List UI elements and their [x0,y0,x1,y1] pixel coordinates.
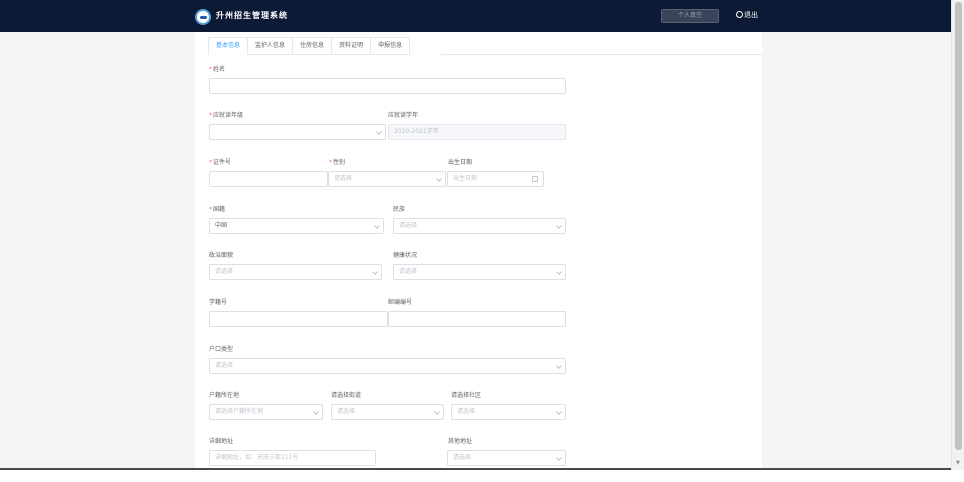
chevron-down-icon [376,129,382,135]
name-input[interactable] [209,78,566,94]
scroll-down-icon[interactable]: ▼ [956,460,960,466]
other-address-label: 其他地址 [448,438,473,445]
nationality-select[interactable]: 中国 [209,218,384,234]
chevron-down-icon [556,409,562,415]
logout-label: 退出 [744,11,758,19]
address-input[interactable]: 详细地址，如：天府三街111号 [209,450,376,466]
chevron-down-icon [556,269,562,275]
other-address-select[interactable]: 请选择 [447,450,566,466]
tab-divider [441,54,762,55]
birth-date-label: 出生日期 [448,159,473,166]
grade-select[interactable] [209,124,386,140]
tab-bar: 基本信息 监护人信息 住房信息 资料证明 申报信息 [208,37,411,55]
chevron-down-icon [374,223,380,229]
health-label: 健康状况 [393,252,418,259]
health-select[interactable]: 请选择 [393,264,566,280]
tab-application-info[interactable]: 申报信息 [371,37,411,55]
top-header: 升州招生管理系统 个人真空 退出 [0,0,951,32]
street-select[interactable]: 请选择 [331,404,444,420]
chevron-down-icon [556,455,562,461]
profile-button[interactable]: 个人真空 [661,9,719,23]
postal-code-label: 邮编编号 [388,299,413,306]
right-background [762,32,951,468]
hukou-location-label: 户籍所在地 [209,392,240,399]
political-status-select[interactable]: 请选择 [209,264,382,280]
birth-date-picker[interactable]: 出生日期 [447,171,544,187]
id-number-input[interactable] [209,171,328,187]
name-label: *姓名 [209,66,226,73]
ethnicity-select[interactable]: 请选择 [393,218,566,234]
chevron-down-icon [556,363,562,369]
tab-housing-info[interactable]: 住房信息 [293,37,333,55]
chevron-down-icon [434,409,440,415]
school-year-label: 应就读学年 [388,112,419,119]
app-title: 升州招生管理系统 [216,11,288,20]
chevron-down-icon [313,409,319,415]
community-select[interactable]: 请选择 [451,404,566,420]
app-logo [195,9,211,25]
tab-documents[interactable]: 资料证明 [332,37,372,55]
street-label: 请选择街道 [331,392,362,399]
scroll-thumb[interactable] [955,2,962,450]
tab-guardian-info[interactable]: 监护人信息 [248,37,294,55]
nationality-label: *国籍 [209,206,226,213]
scrollbar[interactable]: ▼ [951,0,964,470]
gender-label: *性别 [329,159,346,166]
school-year-input: 2020-2021学年 [388,124,566,140]
postal-code-input[interactable] [388,311,566,327]
chevron-down-icon [372,269,378,275]
power-icon [736,11,743,18]
student-number-input[interactable] [209,311,388,327]
grade-label: *应就读年级 [209,112,244,119]
community-label: 请选择社区 [451,392,482,399]
ethnicity-label: 民族 [393,206,406,213]
hukou-type-select[interactable]: 请选择 [209,358,566,374]
chevron-down-icon [436,176,442,182]
chevron-down-icon [556,223,562,229]
address-label: 详细地址 [209,438,234,445]
bottom-divider [0,468,951,470]
id-number-label: *证件号 [209,159,232,166]
logout-button[interactable]: 退出 [736,10,758,20]
hukou-location-select[interactable]: 请选择户籍所在地 [209,404,323,420]
tab-basic-info[interactable]: 基本信息 [208,37,249,55]
calendar-icon [532,176,538,182]
student-number-label: 学籍号 [209,299,228,306]
left-background [0,32,195,468]
hukou-type-label: 户口类型 [209,346,234,353]
gender-select[interactable]: 请选择 [328,171,446,187]
political-status-label: 政治面貌 [209,252,234,259]
